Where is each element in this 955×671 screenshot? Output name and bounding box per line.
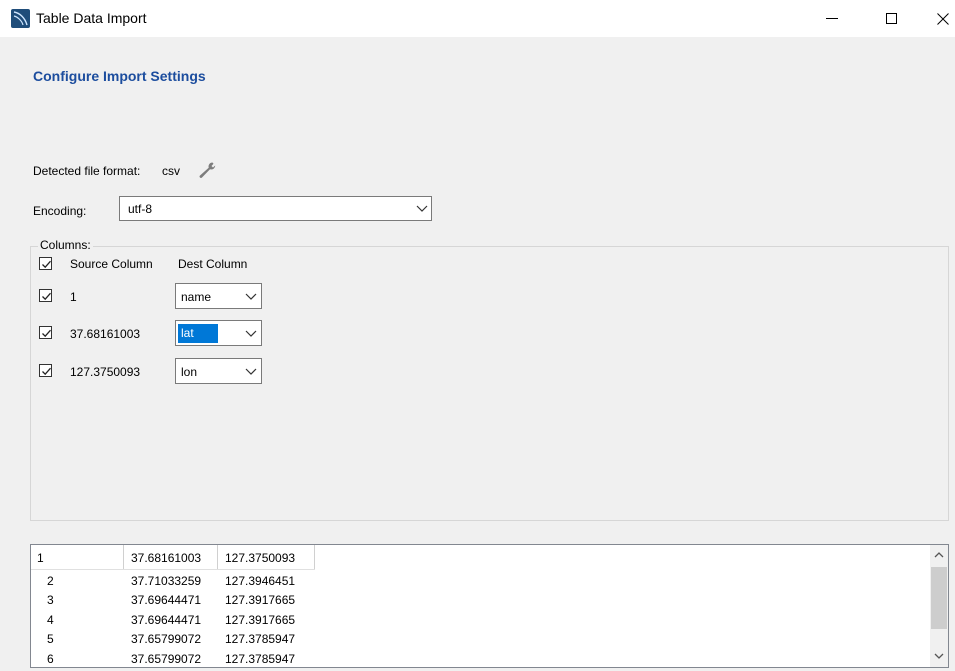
encoding-select[interactable]: utf-8 [119, 196, 432, 221]
window-title: Table Data Import [36, 10, 147, 26]
preview-cell: 37.65799072 [131, 652, 202, 666]
title-bar: Table Data Import [0, 0, 955, 37]
dest-column-value: name [181, 290, 212, 304]
preview-cell: 6 [47, 652, 54, 666]
chevron-down-icon [416, 205, 428, 212]
preview-cell: 127.3785947 [225, 632, 296, 646]
columns-group-label: Columns: [38, 238, 93, 252]
dest-column-header: Dest Column [178, 257, 248, 271]
close-button[interactable] [920, 0, 955, 37]
dest-column-value: lat [178, 324, 218, 343]
preview-cell: 3 [47, 593, 54, 607]
wrench-icon[interactable] [197, 160, 219, 180]
app-icon [11, 9, 30, 28]
source-column-name: 127.3750093 [70, 365, 141, 379]
chevron-down-icon [245, 330, 257, 337]
preview-cell: 4 [47, 613, 54, 627]
column-checkbox[interactable] [39, 364, 52, 377]
source-column-name: 1 [70, 290, 77, 304]
dest-column-select[interactable]: lon [175, 358, 262, 384]
file-format-value: csv [162, 164, 180, 178]
scroll-down-icon[interactable] [934, 653, 944, 660]
column-checkbox[interactable] [39, 289, 52, 302]
encoding-value: utf-8 [128, 202, 153, 216]
encoding-label: Encoding: [33, 204, 87, 218]
preview-cell: 127.3946451 [225, 574, 296, 588]
file-format-label: Detected file format: [33, 164, 141, 178]
dest-column-value: lon [181, 365, 198, 379]
preview-header-cell: 127.3750093 [225, 551, 296, 565]
column-checkbox[interactable] [39, 326, 52, 339]
source-column-name: 37.68161003 [70, 327, 141, 341]
preview-cell: 127.3917665 [225, 613, 296, 627]
dest-column-select[interactable]: name [175, 283, 262, 309]
preview-cell: 37.69644471 [131, 613, 202, 627]
preview-cell: 37.69644471 [131, 593, 202, 607]
preview-cell: 2 [47, 574, 54, 588]
minimize-button[interactable] [809, 0, 855, 37]
preview-header-cell: 1 [37, 551, 44, 565]
scrollbar-thumb[interactable] [931, 567, 947, 629]
maximize-button[interactable] [868, 0, 914, 37]
preview-header-row: 1 37.68161003 127.3750093 [31, 545, 315, 570]
preview-cell: 37.65799072 [131, 632, 202, 646]
preview-cell: 127.3917665 [225, 593, 296, 607]
scroll-up-icon[interactable] [934, 551, 944, 558]
chevron-down-icon [245, 293, 257, 300]
vertical-scrollbar[interactable] [930, 545, 948, 667]
source-column-header: Source Column [70, 257, 153, 271]
preview-cell: 127.3785947 [225, 652, 296, 666]
page-title: Configure Import Settings [33, 68, 206, 84]
preview-cell: 37.71033259 [131, 574, 202, 588]
columns-group [30, 246, 949, 521]
select-all-checkbox[interactable] [39, 257, 52, 270]
preview-header-cell: 37.68161003 [131, 551, 202, 565]
preview-cell: 5 [47, 632, 54, 646]
chevron-down-icon [245, 368, 257, 375]
preview-table[interactable]: 1 37.68161003 127.3750093 2 37.71033259 … [30, 544, 949, 668]
dest-column-select[interactable]: lat [175, 320, 262, 346]
